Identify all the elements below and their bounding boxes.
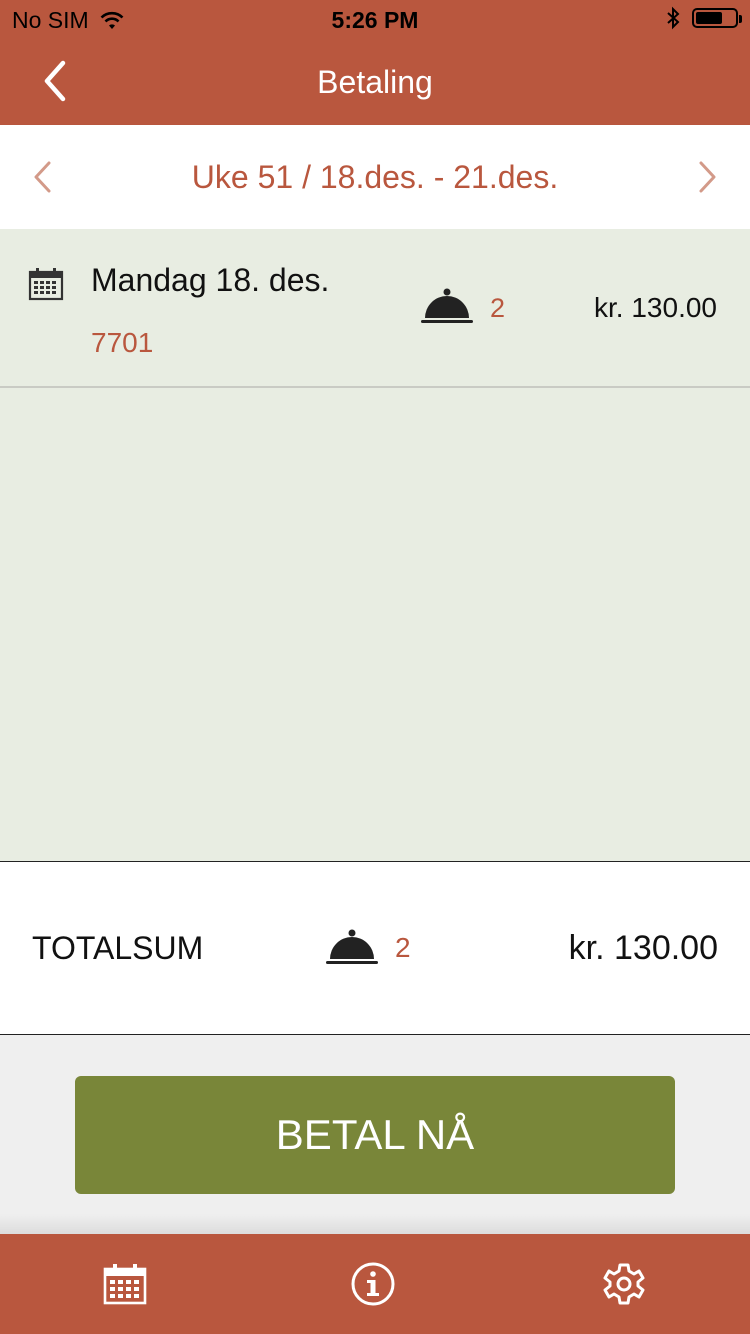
gear-icon — [603, 1263, 645, 1305]
status-bar: No SIM 5:26 PM — [0, 0, 750, 40]
portion-count: 2 — [490, 293, 506, 323]
bluetooth-icon — [667, 6, 680, 30]
tab-bar — [0, 1234, 750, 1334]
cloche-icon — [326, 929, 378, 964]
tab-settings[interactable] — [598, 1258, 650, 1310]
day-list: Mandag 18. des. 7701 2 kr. 130.00 — [0, 229, 750, 861]
chevron-right-icon — [699, 161, 716, 193]
status-time: 5:26 PM — [331, 7, 419, 33]
total-count: 2 — [395, 932, 411, 963]
pay-now-button[interactable]: BETAL NÅ — [75, 1076, 675, 1194]
calendar-icon — [103, 1264, 147, 1305]
cloche-icon — [421, 288, 473, 323]
day-price: kr. 130.00 — [594, 292, 717, 323]
calendar-icon — [28, 268, 64, 301]
total-summary: TOTALSUM 2 kr. 130.00 — [0, 861, 750, 1035]
week-selector: Uke 51 / 18.des. - 21.des. — [0, 125, 750, 229]
week-label: Uke 51 / 18.des. - 21.des. — [191, 159, 559, 195]
pay-area: BETAL NÅ — [0, 1035, 750, 1234]
day-code: 7701 — [91, 327, 154, 358]
page-title: Betaling — [317, 64, 433, 100]
tab-calendar[interactable] — [99, 1258, 151, 1310]
info-icon — [351, 1262, 395, 1306]
list-item[interactable]: Mandag 18. des. 7701 2 kr. 130.00 — [0, 229, 750, 388]
battery-icon — [692, 8, 742, 28]
divider — [0, 1214, 750, 1234]
tab-info[interactable] — [347, 1258, 399, 1310]
total-label: TOTALSUM — [32, 930, 204, 966]
status-right — [666, 6, 742, 30]
total-price: kr. 130.00 — [568, 929, 718, 967]
nav-bar: Betaling — [0, 40, 750, 125]
next-week-button[interactable] — [686, 155, 730, 199]
day-title: Mandag 18. des. — [91, 262, 330, 298]
